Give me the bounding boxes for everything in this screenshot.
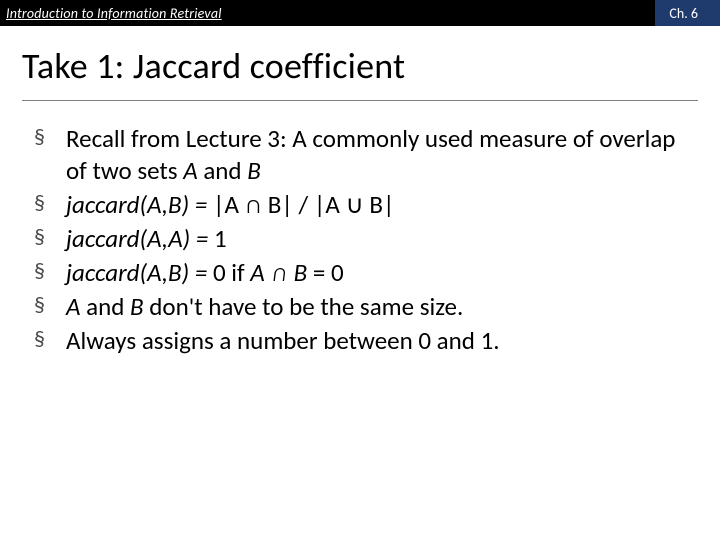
set-B: B <box>130 291 144 322</box>
text: Recall from Lecture 3: A commonly used m… <box>66 123 675 186</box>
bullet-item: A and B don't have to be the same size. <box>34 291 694 323</box>
jaccard-fn: jaccard(A,B) = <box>66 257 207 288</box>
jaccard-fn: jaccard(A,B) = <box>66 189 207 220</box>
slide-body: Recall from Lecture 3: A commonly used m… <box>0 101 720 357</box>
text: and <box>80 291 130 322</box>
course-title: Introduction to Information Retrieval <box>0 5 222 22</box>
set-B: B <box>247 155 261 186</box>
bullet-item: jaccard(A,B) = 0 if A ∩ B = 0 <box>34 257 694 289</box>
set-expr: A ∩ B <box>250 257 307 288</box>
bullet-item: Always assigns a number between 0 and 1. <box>34 325 694 357</box>
slide-header: Introduction to Information Retrieval Ch… <box>0 0 720 26</box>
bullet-item: Recall from Lecture 3: A commonly used m… <box>34 123 694 187</box>
set-A: A <box>66 291 80 322</box>
text: = 0 <box>307 257 343 288</box>
formula: |A ∩ B| / |A ∪ B| <box>207 189 394 220</box>
bullet-item: jaccard(A,A) = 1 <box>34 223 694 255</box>
chapter-badge: Ch. 6 <box>655 0 720 26</box>
slide-title: Take 1: Jaccard coefficient <box>22 44 698 88</box>
text: 0 if <box>207 257 250 288</box>
value: 1 <box>208 223 226 254</box>
title-area: Take 1: Jaccard coefficient <box>0 26 720 94</box>
bullet-list: Recall from Lecture 3: A commonly used m… <box>34 123 694 357</box>
text: and <box>198 155 248 186</box>
text: Always assigns a number between 0 and 1. <box>66 325 500 356</box>
bullet-item: jaccard(A,B) = |A ∩ B| / |A ∪ B| <box>34 189 694 221</box>
jaccard-fn: jaccard(A,A) = <box>66 223 208 254</box>
set-A: A <box>183 155 197 186</box>
text: don't have to be the same size. <box>144 291 464 322</box>
